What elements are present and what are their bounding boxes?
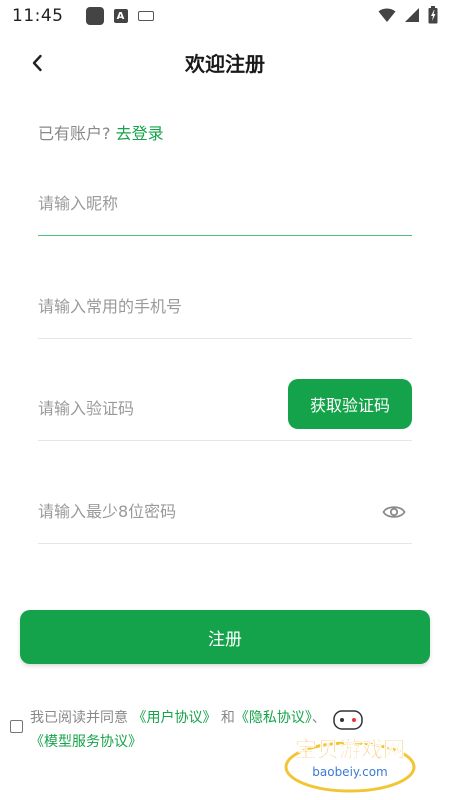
password-input[interactable] <box>38 496 358 526</box>
password-field <box>38 484 412 544</box>
code-input[interactable] <box>38 393 278 423</box>
svg-text:baobeiy.com: baobeiy.com <box>312 765 387 779</box>
agreement-and: 和 <box>220 710 235 726</box>
model-agreement-link[interactable]: 《模型服务协议》 <box>30 734 142 750</box>
font-notification-icon: A <box>113 9 128 23</box>
wifi-icon <box>378 8 396 22</box>
nickname-input[interactable] <box>38 188 412 218</box>
app-notification-icon <box>85 7 104 25</box>
code-field: 获取验证码 <box>38 379 412 441</box>
signal-icon <box>405 8 419 22</box>
get-code-button[interactable]: 获取验证码 <box>288 379 412 429</box>
agreement-checkbox[interactable] <box>10 720 23 733</box>
status-right <box>378 6 438 24</box>
keyboard-icon <box>137 11 154 21</box>
status-left: 11:45 A <box>12 6 154 26</box>
page-title: 欢迎注册 <box>185 52 265 76</box>
login-prompt-text: 已有账户? <box>38 124 111 143</box>
agreement-row: 我已阅读并同意 《用户协议》 和《隐私协议》、《模型服务协议》 <box>10 706 430 754</box>
agreement-text: 我已阅读并同意 《用户协议》 和《隐私协议》、《模型服务协议》 <box>30 706 430 754</box>
header: 欢迎注册 <box>0 42 450 82</box>
battery-icon <box>428 6 438 24</box>
login-prompt: 已有账户? 去登录 <box>38 120 164 144</box>
login-link[interactable]: 去登录 <box>116 124 164 143</box>
nickname-field <box>38 176 412 236</box>
status-time: 11:45 <box>12 6 64 26</box>
privacy-agreement-link[interactable]: 《隐私协议》 <box>235 710 312 726</box>
agreement-and-2: 、 <box>311 710 326 726</box>
phone-input[interactable] <box>38 291 412 321</box>
eye-icon <box>382 506 406 518</box>
register-button[interactable]: 注册 <box>20 610 430 664</box>
phone-field <box>38 279 412 339</box>
user-agreement-link[interactable]: 《用户协议》 <box>132 710 216 726</box>
status-bar: 11:45 A <box>0 0 450 32</box>
agreement-prefix: 我已阅读并同意 <box>30 710 128 726</box>
show-password-toggle[interactable] <box>382 502 406 522</box>
